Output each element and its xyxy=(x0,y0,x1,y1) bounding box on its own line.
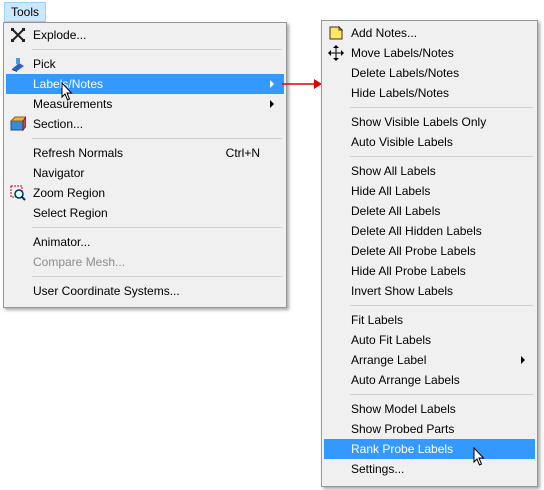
move-icon xyxy=(328,45,344,61)
menu-item-shortcut: Ctrl+N xyxy=(225,146,260,160)
menu-item-auto-fit-labels[interactable]: Auto Fit Labels xyxy=(324,330,535,350)
menu-item-fit-labels[interactable]: Fit Labels xyxy=(324,310,535,330)
menubar-tools[interactable]: Tools xyxy=(4,2,47,22)
menu-item-hide-all-labels[interactable]: Hide All Labels xyxy=(324,181,535,201)
menu-item-label: Delete Labels/Notes xyxy=(351,66,460,80)
tools-menu: Explode... Pick Labels/Notes Measurement… xyxy=(3,22,287,308)
menu-separator xyxy=(350,394,533,395)
mouse-pointer-icon xyxy=(61,82,73,101)
red-arrow-icon xyxy=(282,79,322,89)
menu-item-label: Arrange Label xyxy=(351,353,427,367)
menu-item-label: Hide All Probe Labels xyxy=(351,264,466,278)
labels-notes-submenu: Add Notes... Move Labels/Notes Delete La… xyxy=(321,20,538,487)
menu-separator xyxy=(32,49,282,50)
menu-item-user-coordinate-systems[interactable]: User Coordinate Systems... xyxy=(6,281,284,301)
menu-item-pick[interactable]: Pick xyxy=(6,54,284,74)
menu-separator xyxy=(350,107,533,108)
menu-item-explode[interactable]: Explode... xyxy=(6,25,284,45)
section-icon xyxy=(9,115,27,132)
menu-item-refresh-normals[interactable]: Refresh Normals Ctrl+N xyxy=(6,143,284,163)
submenu-arrow-icon xyxy=(521,356,525,364)
menu-separator xyxy=(32,227,282,228)
menu-item-navigator[interactable]: Navigator xyxy=(6,163,284,183)
menu-item-label: Settings... xyxy=(351,462,405,476)
menu-item-delete-all-labels[interactable]: Delete All Labels xyxy=(324,201,535,221)
menu-item-label: Hide Labels/Notes xyxy=(351,86,450,100)
menu-item-section[interactable]: Section... xyxy=(6,114,284,134)
menu-item-label: Refresh Normals xyxy=(33,146,124,160)
menu-item-label: Section... xyxy=(33,117,84,131)
menu-item-label: Hide All Labels xyxy=(351,184,431,198)
menu-item-auto-visible-labels[interactable]: Auto Visible Labels xyxy=(324,132,535,152)
zoom-region-icon xyxy=(10,185,26,201)
menu-item-label: Auto Fit Labels xyxy=(351,333,432,347)
menu-item-label: Delete All Probe Labels xyxy=(351,244,476,258)
submenu-arrow-icon xyxy=(270,80,274,88)
menu-item-label: Auto Arrange Labels xyxy=(351,373,460,387)
menu-item-select-region[interactable]: Select Region xyxy=(6,203,284,223)
menu-separator xyxy=(32,276,282,277)
menu-item-delete-all-probe-labels[interactable]: Delete All Probe Labels xyxy=(324,241,535,261)
menu-item-label: Move Labels/Notes xyxy=(351,46,454,60)
menu-item-label: Show Model Labels xyxy=(351,402,456,416)
menu-separator xyxy=(350,156,533,157)
menu-item-label: Fit Labels xyxy=(351,313,404,327)
menu-item-label: Show Probed Parts xyxy=(351,422,455,436)
menu-item-hide-all-probe-labels[interactable]: Hide All Probe Labels xyxy=(324,261,535,281)
menu-item-labels-notes[interactable]: Labels/Notes xyxy=(6,74,284,94)
menu-item-show-visible-labels-only[interactable]: Show Visible Labels Only xyxy=(324,112,535,132)
menu-item-delete-labels-notes[interactable]: Delete Labels/Notes xyxy=(324,63,535,83)
menu-item-label: Compare Mesh... xyxy=(33,255,126,269)
menu-item-show-probed-parts[interactable]: Show Probed Parts xyxy=(324,419,535,439)
explode-icon xyxy=(10,27,26,43)
menu-item-show-all-labels[interactable]: Show All Labels xyxy=(324,161,535,181)
menu-item-label: Pick xyxy=(33,57,56,71)
menu-item-label: Invert Show Labels xyxy=(351,284,454,298)
menu-item-compare-mesh: Compare Mesh... xyxy=(6,252,284,272)
menu-item-invert-show-labels[interactable]: Invert Show Labels xyxy=(324,281,535,301)
menu-item-auto-arrange-labels[interactable]: Auto Arrange Labels xyxy=(324,370,535,390)
menu-separator xyxy=(350,305,533,306)
menu-item-label: Show Visible Labels Only xyxy=(351,115,487,129)
menu-item-settings[interactable]: Settings... xyxy=(324,459,535,479)
menu-item-label: User Coordinate Systems... xyxy=(33,284,180,298)
menu-separator xyxy=(32,138,282,139)
menu-item-label: Auto Visible Labels xyxy=(351,135,453,149)
menu-item-label: Delete All Hidden Labels xyxy=(351,224,482,238)
menu-item-label: Animator... xyxy=(33,235,91,249)
menu-item-label: Zoom Region xyxy=(33,186,106,200)
menu-item-rank-probe-labels[interactable]: Rank Probe Labels xyxy=(324,439,535,459)
menu-item-label: Navigator xyxy=(33,166,85,180)
menu-item-label: Add Notes... xyxy=(351,26,418,40)
menu-item-hide-labels-notes[interactable]: Hide Labels/Notes xyxy=(324,83,535,103)
menu-item-add-notes[interactable]: Add Notes... xyxy=(324,23,535,43)
menu-item-show-model-labels[interactable]: Show Model Labels xyxy=(324,399,535,419)
mouse-pointer-icon xyxy=(473,447,485,466)
menu-item-arrange-label[interactable]: Arrange Label xyxy=(324,350,535,370)
pick-icon xyxy=(10,56,26,72)
menu-item-label: Rank Probe Labels xyxy=(351,442,454,456)
menu-item-zoom-region[interactable]: Zoom Region xyxy=(6,183,284,203)
note-icon xyxy=(328,25,344,41)
menu-item-label: Delete All Labels xyxy=(351,204,441,218)
menu-item-label: Show All Labels xyxy=(351,164,436,178)
menu-item-move-labels-notes[interactable]: Move Labels/Notes xyxy=(324,43,535,63)
submenu-arrow-icon xyxy=(270,100,274,108)
menu-item-label: Explode... xyxy=(33,28,87,42)
menu-item-measurements[interactable]: Measurements xyxy=(6,94,284,114)
menu-item-label: Select Region xyxy=(33,206,108,220)
menu-item-delete-all-hidden-labels[interactable]: Delete All Hidden Labels xyxy=(324,221,535,241)
menu-item-animator[interactable]: Animator... xyxy=(6,232,284,252)
